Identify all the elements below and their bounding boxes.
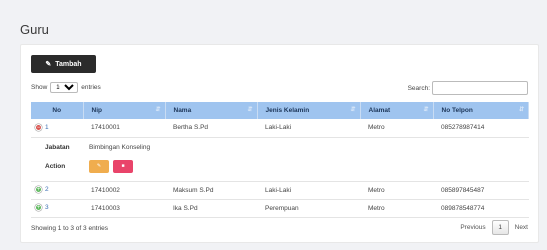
cell-nip: 17410002: [83, 181, 165, 200]
column-header-alamat[interactable]: Alamat ⇵: [360, 102, 434, 119]
trash-icon: ■: [121, 163, 125, 169]
entries-label: entries: [81, 84, 101, 91]
cell-alamat: Metro: [360, 199, 433, 218]
expand-row-icon[interactable]: +: [35, 186, 42, 194]
entries-select[interactable]: 10: [50, 82, 79, 93]
cell-alamat: Metro: [360, 181, 433, 200]
table-info: Showing 1 to 3 of 3 entries: [31, 225, 108, 232]
previous-button[interactable]: Previous: [460, 224, 485, 231]
cell-no: +2: [31, 181, 83, 200]
sort-icon: ⇵: [423, 107, 429, 113]
next-button[interactable]: Next: [515, 224, 528, 231]
cell-nip: 17410003: [83, 199, 165, 218]
cell-no-telpon: 085897845487: [433, 181, 529, 200]
column-header-no-telpon[interactable]: No Telpon ⇵: [433, 102, 529, 119]
guru-table: No Nip ⇵ Nama ⇵ Jenis Kelamin ⇵ Alamat ⇵ No …: [31, 102, 529, 218]
sort-icon: ⇵: [350, 107, 356, 113]
column-header-nama[interactable]: Nama ⇵: [165, 102, 258, 119]
search-label: Search:: [407, 84, 430, 92]
search-control: Search:: [408, 81, 528, 95]
search-input[interactable]: [432, 81, 528, 95]
edit-icon: ✎: [45, 61, 52, 68]
row-details: Jabatan Bimbingan Konseling Action ✎ ■: [31, 137, 529, 182]
column-header-nip[interactable]: Nip ⇵: [83, 102, 166, 119]
cell-no: +3: [31, 199, 83, 218]
collapse-row-icon[interactable]: −: [35, 124, 42, 132]
cell-no: −1: [31, 119, 83, 138]
cell-nama: Ika S.Pd: [165, 199, 257, 218]
edit-icon: ✎: [96, 163, 102, 169]
action-label: Action: [45, 162, 66, 170]
table-header-row: No Nip ⇵ Nama ⇵ Jenis Kelamin ⇵ Alamat ⇵ No …: [31, 102, 529, 119]
entries-length-control: Show 10 entries: [31, 82, 101, 93]
cell-nip: 17410001: [83, 119, 165, 138]
page-1-button[interactable]: 1: [491, 220, 509, 235]
page-title: Guru: [20, 22, 49, 37]
table-row: −1 17410001 Bertha S.Pd Laki-Laki Metro …: [31, 119, 529, 138]
cell-nama: Maksum S.Pd: [165, 181, 257, 200]
delete-button[interactable]: ■: [113, 159, 133, 173]
jabatan-value: Bimbingan Konseling: [89, 143, 151, 151]
expand-row-icon[interactable]: +: [35, 204, 42, 212]
pagination: Previous 1 Next: [460, 220, 528, 235]
table-row: +3 17410003 Ika S.Pd Perempuan Metro 089…: [31, 199, 529, 218]
table-row: +2 17410002 Maksum S.Pd Laki-Laki Metro …: [31, 181, 529, 200]
show-label: Show: [31, 84, 48, 91]
sort-icon: ⇵: [155, 107, 161, 113]
cell-jenis-kelamin: Laki-Laki: [257, 119, 360, 138]
cell-nama: Bertha S.Pd: [165, 119, 257, 138]
add-button[interactable]: ✎ Tambah: [31, 55, 96, 73]
cell-no-telpon: 089878548774: [433, 199, 529, 218]
cell-no-telpon: 085278987414: [433, 119, 529, 138]
add-button-label: Tambah: [55, 60, 82, 68]
column-header-jenis-kelamin[interactable]: Jenis Kelamin ⇵: [257, 102, 361, 119]
edit-button[interactable]: ✎: [89, 159, 109, 173]
sort-icon: ⇵: [518, 107, 524, 113]
column-header-no[interactable]: No: [31, 102, 84, 119]
jabatan-label: Jabatan: [45, 143, 70, 151]
sort-icon: ⇵: [247, 107, 253, 113]
cell-jenis-kelamin: Perempuan: [257, 199, 360, 218]
action-buttons: ✎ ■: [89, 159, 521, 173]
cell-jenis-kelamin: Laki-Laki: [257, 181, 360, 200]
content-panel: ✎ Tambah Show 10 entries Search: No Nip ⇵…: [20, 44, 539, 243]
cell-alamat: Metro: [360, 119, 433, 138]
